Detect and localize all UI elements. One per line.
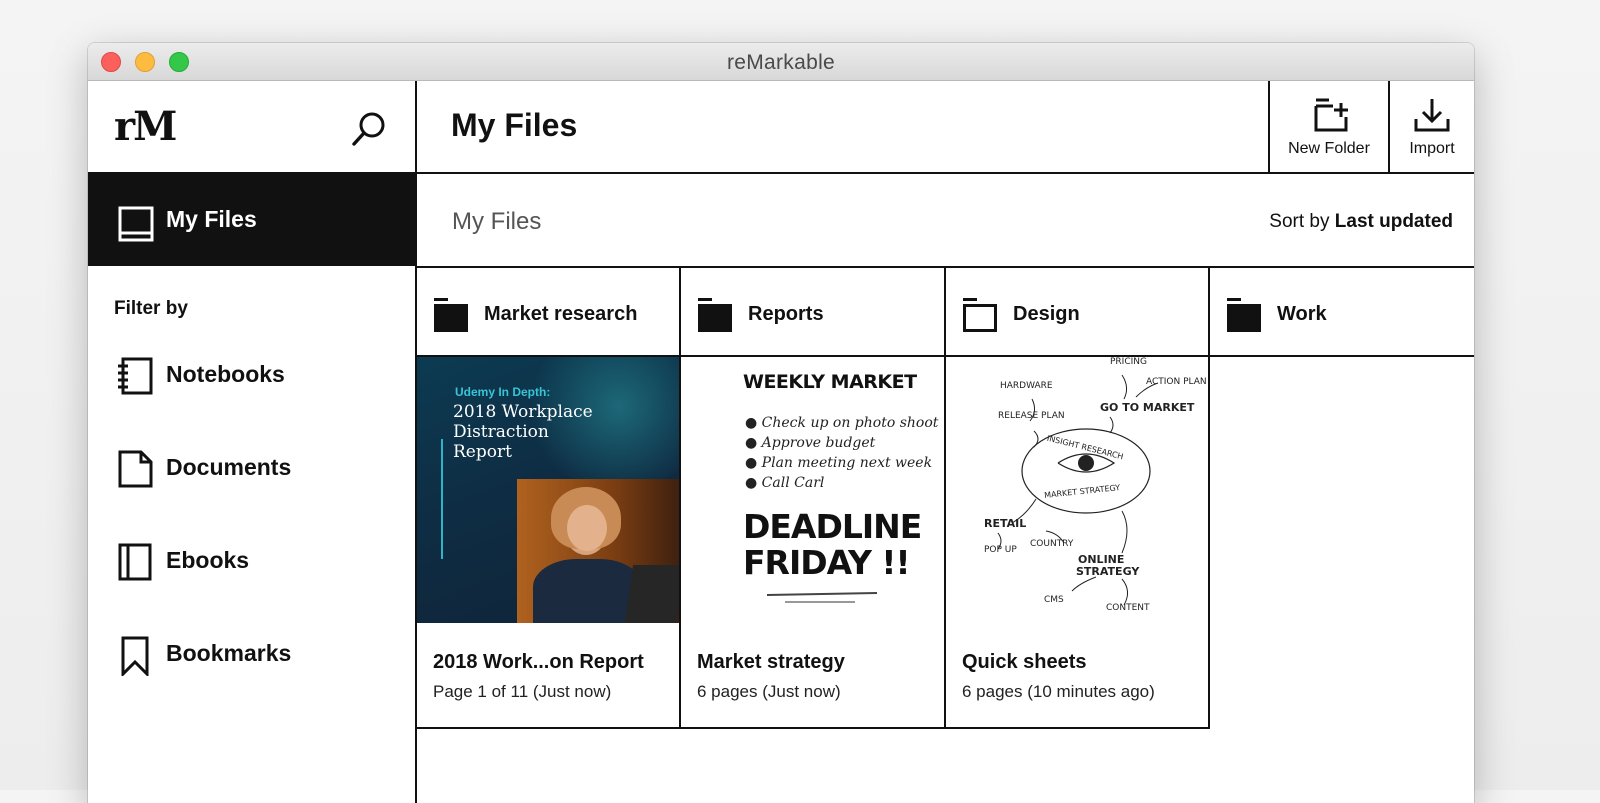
breadcrumb-row: My Files Sort by Last updated — [417, 174, 1474, 268]
notes-item-text: Plan meeting next week — [761, 455, 933, 471]
sort-value: Last updated — [1334, 211, 1453, 232]
cover-kicker: Udemy In Depth: — [455, 385, 551, 399]
import-icon — [1414, 99, 1450, 132]
mindmap-node: PRICING — [1110, 357, 1147, 367]
folder-tile[interactable]: Reports — [681, 267, 946, 357]
notes-deadline: DEADLINE FRIDAY !! — [743, 507, 922, 582]
folder-icon — [434, 298, 468, 332]
notes-underline — [766, 592, 878, 596]
filter-item-label: Bookmarks — [166, 640, 292, 666]
filter-item-label: Ebooks — [166, 547, 250, 573]
notes-item-text: Call Carl — [761, 475, 825, 491]
file-card[interactable]: WEEKLY MARKET ● Check up on photo shoot … — [681, 357, 946, 729]
cover-title: 2018 Workplace Distraction Report — [453, 402, 593, 462]
filter-item-documents[interactable]: Documents — [88, 438, 415, 498]
filter-item-ebooks[interactable]: Ebooks — [88, 531, 415, 591]
import-label: Import — [1409, 140, 1455, 157]
folder-tile[interactable]: Work — [1210, 267, 1474, 357]
sidebar-item-my-files[interactable]: My Files — [88, 172, 415, 266]
notes-item-text: Check up on photo shoot — [761, 415, 939, 431]
file-card[interactable]: PRICING HARDWARE ACTION PLAN GO TO MARKE… — [946, 357, 1210, 729]
filter-heading: Filter by — [114, 298, 188, 319]
folder-icon — [698, 298, 732, 332]
filter-item-label: Documents — [166, 454, 292, 480]
folder-name: Design — [1013, 303, 1080, 325]
mindmap-node: POP UP — [984, 545, 1017, 555]
notebook-thumbnail: WEEKLY MARKET ● Check up on photo shoot … — [681, 357, 944, 623]
new-folder-button[interactable]: New Folder — [1268, 81, 1388, 172]
mindmap-node: STRATEGY — [1076, 565, 1140, 578]
search-icon — [352, 112, 385, 146]
notes-item: ● Call Carl — [745, 475, 825, 491]
search-button[interactable] — [350, 109, 390, 149]
breadcrumb[interactable]: My Files — [452, 208, 541, 236]
file-card[interactable]: Udemy In Depth: 2018 Workplace Distracti… — [417, 357, 681, 729]
mindmap-node: RELEASE PLAN — [998, 411, 1065, 421]
file-title: Quick sheets — [962, 651, 1087, 673]
ebook-icon — [118, 543, 152, 581]
new-folder-icon — [1314, 98, 1348, 132]
mindmap-node: GO TO MARKET — [1100, 401, 1195, 414]
app-logo: rM — [114, 103, 177, 150]
filter-item-label: Notebooks — [166, 361, 285, 387]
tablet-icon — [118, 206, 154, 242]
cover-title-line: Report — [453, 442, 512, 462]
mindmap-thumbnail: PRICING HARDWARE ACTION PLAN GO TO MARKE… — [946, 357, 1208, 623]
new-folder-label: New Folder — [1288, 140, 1370, 157]
folder-tile[interactable]: Market research — [417, 267, 681, 357]
bookmark-icon — [121, 636, 149, 676]
file-meta: 6 pages (10 minutes ago) — [962, 682, 1155, 701]
cover-title-line: 2018 Workplace — [453, 402, 593, 422]
document-icon — [118, 450, 153, 488]
filter-item-bookmarks[interactable]: Bookmarks — [88, 624, 415, 684]
sort-control[interactable]: Sort by Last updated — [1269, 211, 1453, 233]
notes-underline — [785, 601, 855, 603]
mindmap-node: CONTENT — [1106, 603, 1150, 613]
folder-tile[interactable]: Design — [946, 267, 1210, 357]
sidebar: rM My Files Filter by Notebooks Document… — [88, 81, 417, 803]
mindmap-node: CMS — [1044, 595, 1064, 605]
page-title: My Files — [451, 107, 578, 143]
file-title: Market strategy — [697, 651, 845, 673]
notes-heading: WEEKLY MARKET — [743, 371, 917, 393]
sort-prefix: Sort by — [1269, 211, 1330, 232]
window-title: reMarkable — [726, 51, 836, 74]
photo-face-front — [567, 505, 607, 551]
notes-item-text: Approve budget — [761, 435, 876, 451]
notes-list: ● Check up on photo shoot ● Approve budg… — [745, 413, 938, 493]
folder-name: Reports — [748, 303, 824, 325]
folder-name: Work — [1277, 303, 1327, 325]
notes-big-line: FRIDAY !! — [743, 543, 911, 582]
document-thumbnail: Udemy In Depth: 2018 Workplace Distracti… — [417, 357, 679, 623]
folder-name: Market research — [484, 303, 638, 325]
notes-big-line: DEADLINE — [743, 507, 922, 546]
mindmap-node: COUNTRY — [1030, 539, 1074, 549]
app-window: reMarkable rM My Files Filter by Noteboo… — [88, 43, 1474, 803]
file-title: 2018 Work...on Report — [433, 651, 644, 673]
mindmap-node: ACTION PLAN — [1146, 377, 1207, 387]
file-meta: 6 pages (Just now) — [697, 682, 841, 701]
sidebar-item-label: My Files — [166, 206, 257, 232]
file-meta: Page 1 of 11 (Just now) — [433, 682, 612, 701]
notes-item: ● Check up on photo shoot — [745, 415, 939, 431]
folder-outline-icon — [963, 298, 997, 332]
mindmap-node: HARDWARE — [1000, 381, 1053, 391]
folder-icon — [1227, 298, 1261, 332]
top-header: My Files New Folder Import — [417, 81, 1474, 174]
notes-item: ● Plan meeting next week — [745, 455, 933, 471]
cover-title-line: Distraction — [453, 422, 549, 442]
notes-item: ● Approve budget — [745, 435, 876, 451]
filter-item-notebooks[interactable]: Notebooks — [88, 345, 415, 405]
import-button[interactable]: Import — [1388, 81, 1474, 172]
title-bar: reMarkable — [88, 43, 1474, 81]
cover-accent-line — [441, 439, 443, 559]
cover-photo — [517, 479, 679, 623]
notebook-icon — [118, 357, 153, 395]
mindmap-node: RETAIL — [984, 517, 1027, 530]
photo-laptop — [624, 565, 679, 623]
